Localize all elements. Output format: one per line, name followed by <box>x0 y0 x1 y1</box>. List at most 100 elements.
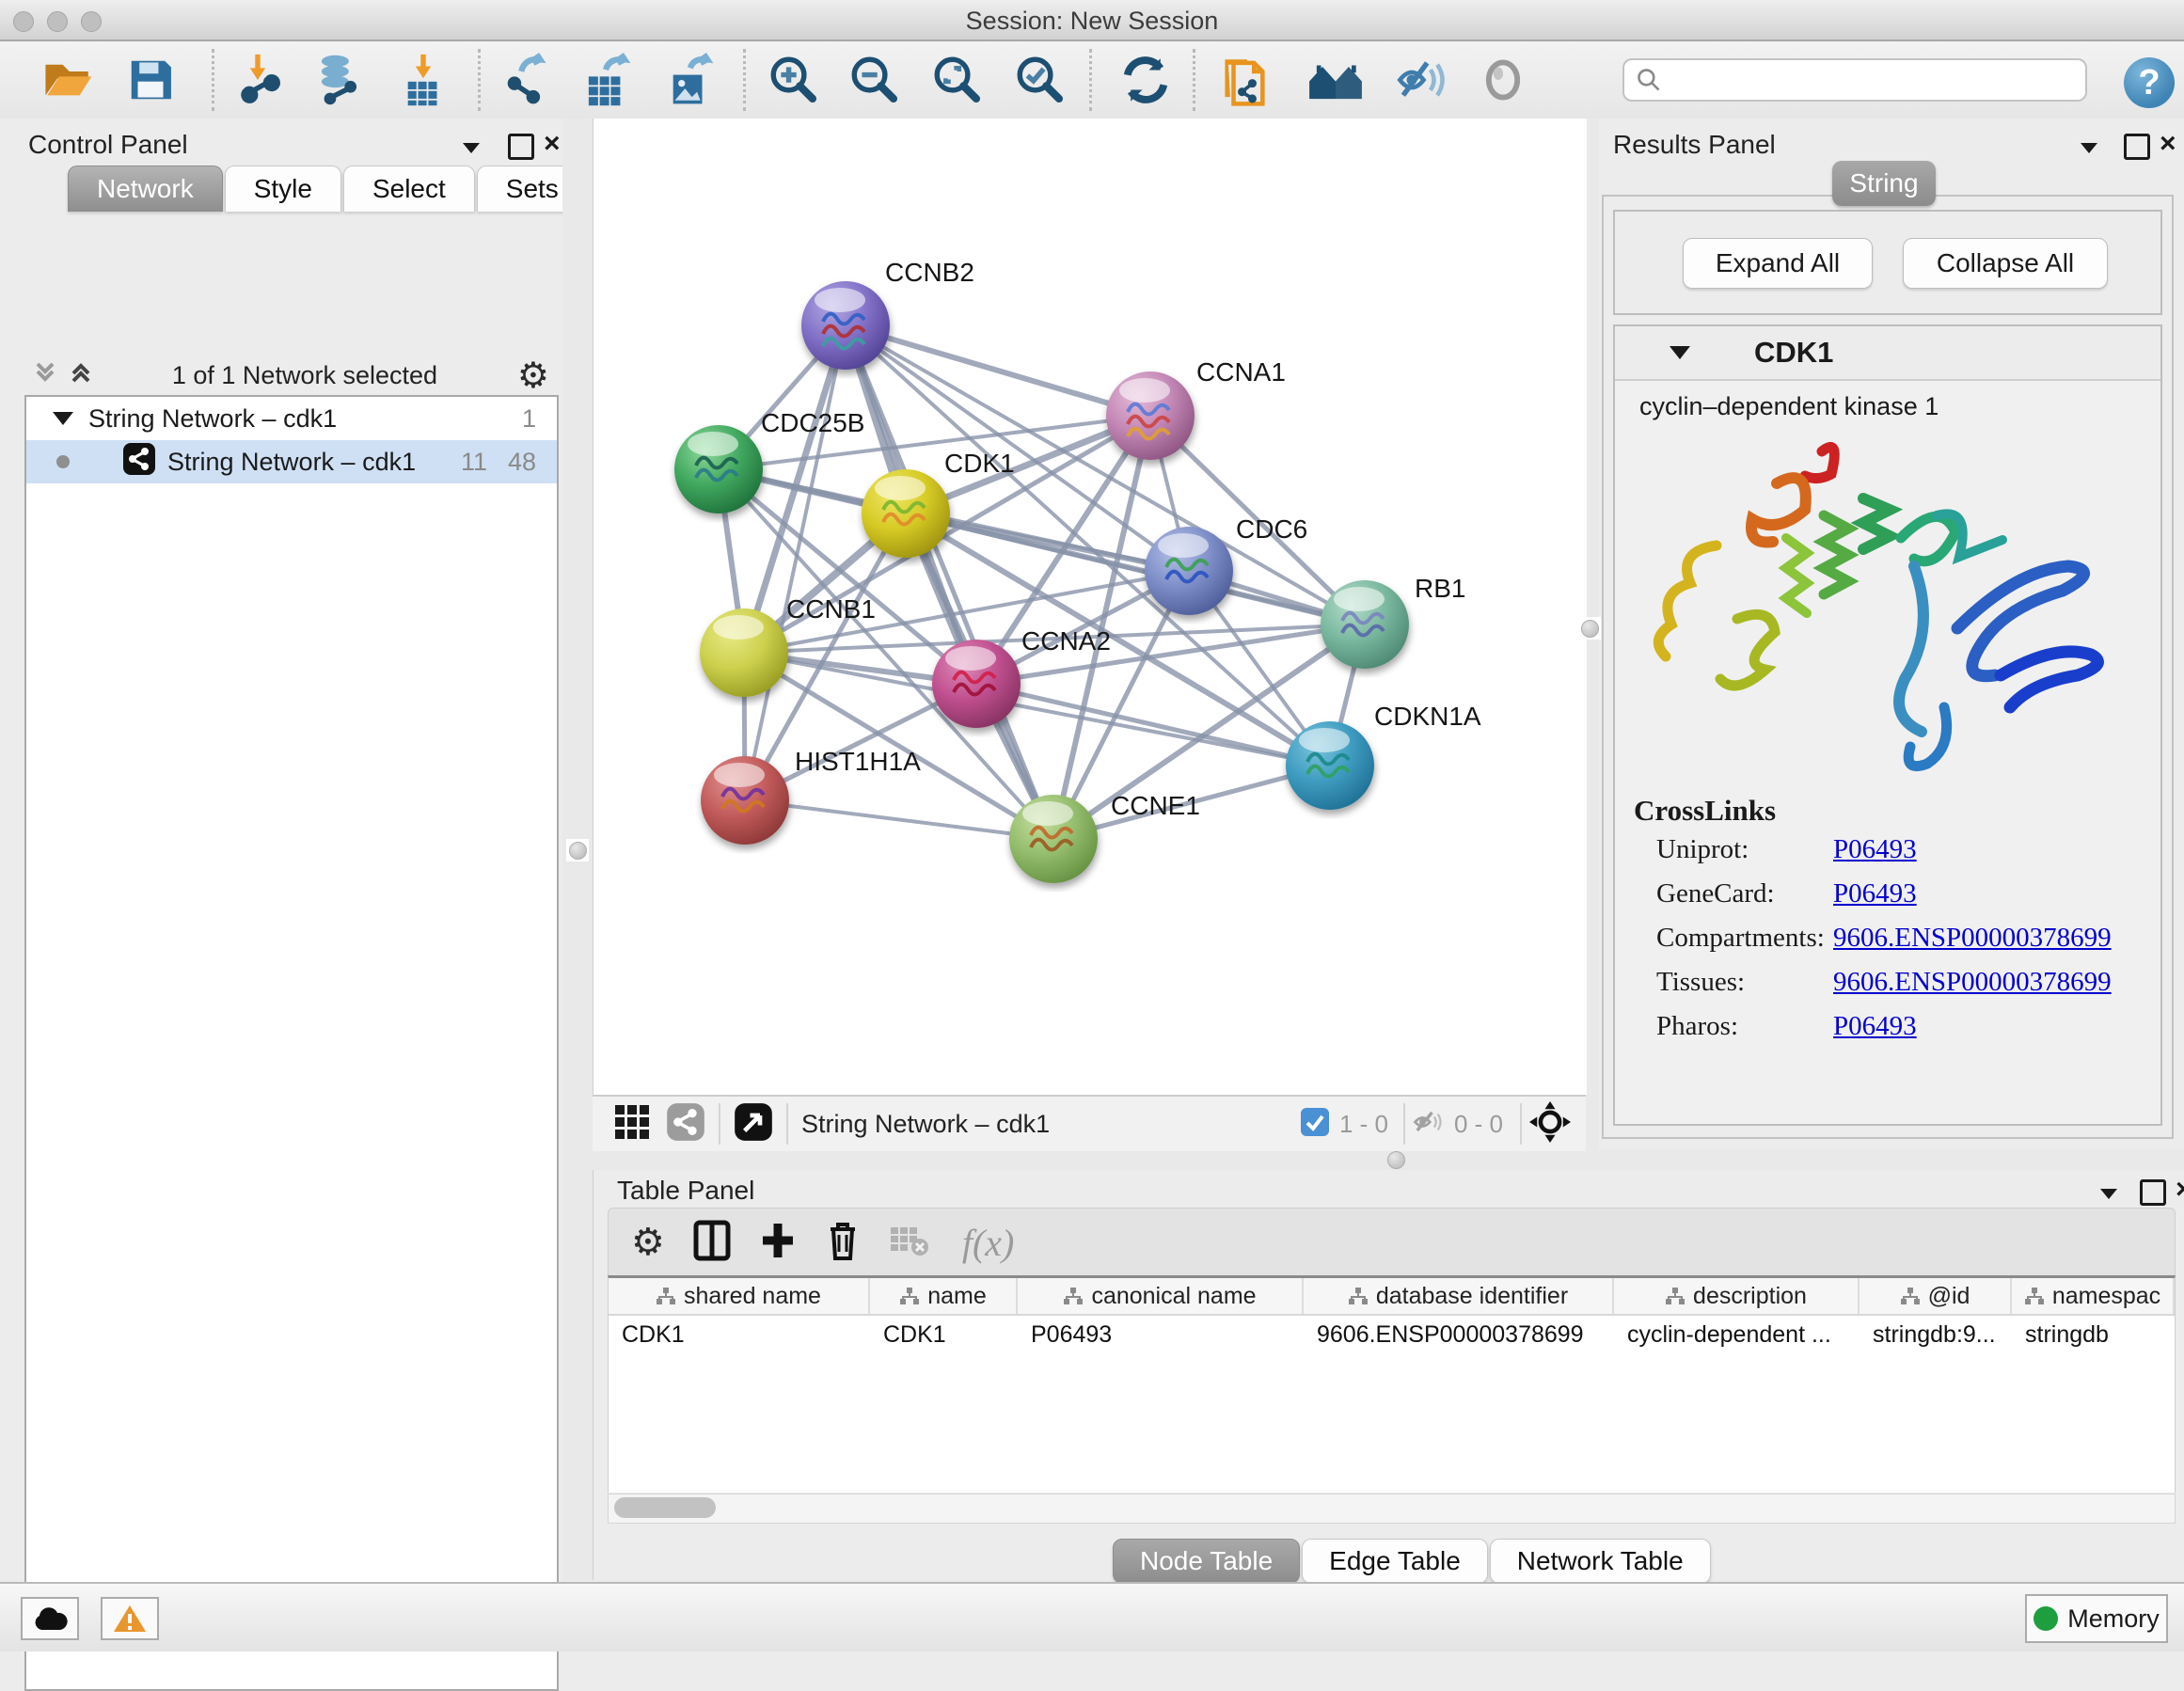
column-header--id[interactable]: @id <box>1860 1278 2012 1314</box>
string-home-icon[interactable] <box>1306 50 1366 110</box>
network-options-gear-icon[interactable]: ⚙ <box>517 355 549 397</box>
close-panel-icon[interactable]: × <box>2160 128 2176 160</box>
node-hist1h1a[interactable]: HIST1H1A <box>701 747 921 845</box>
import-network-icon[interactable] <box>228 50 288 110</box>
float-panel-icon[interactable] <box>2081 134 2097 160</box>
scrollbar-thumb[interactable] <box>614 1497 716 1518</box>
node-cdkn1a[interactable]: CDKN1A <box>1286 702 1481 810</box>
network-view-share-icon[interactable] <box>666 1102 705 1146</box>
column-header-canonical-name[interactable]: canonical name <box>1018 1278 1304 1314</box>
cloud-button[interactable] <box>21 1597 79 1640</box>
table-cell[interactable]: stringdb <box>2012 1316 2175 1353</box>
import-network-from-database-icon[interactable] <box>309 50 369 110</box>
crosslink-link[interactable]: P06493 <box>1833 834 1917 865</box>
zoom-selected-icon[interactable] <box>1010 50 1070 110</box>
status-bar: Memory <box>0 1582 2184 1651</box>
column-header-description[interactable]: description <box>1614 1278 1860 1314</box>
node-table[interactable]: shared namenamecanonical namedatabase id… <box>608 1275 2176 1493</box>
table-settings-gear-icon[interactable]: ⚙ <box>631 1221 665 1264</box>
export-image-icon[interactable] <box>658 50 719 110</box>
float-panel-icon[interactable] <box>2100 1179 2117 1206</box>
collection-expander-icon[interactable] <box>53 412 73 425</box>
clone-network-icon[interactable] <box>1217 50 1277 110</box>
column-header-namespac[interactable]: namespac <box>2012 1278 2175 1314</box>
zoom-in-icon[interactable] <box>764 50 824 110</box>
maximize-panel-icon[interactable] <box>2124 134 2150 160</box>
tab-style[interactable]: Style <box>225 166 341 212</box>
table-cell[interactable]: cyclin-dependent ... <box>1614 1316 1860 1353</box>
right-splitter-handle[interactable] <box>1578 617 1601 640</box>
string-network-graph[interactable]: CCNB2CCNA1CDC25BCDK1CDC6RB1CCNB1CCNA2HIS… <box>593 119 1587 1095</box>
node-ccna1[interactable]: CCNA1 <box>1106 357 1286 460</box>
maximize-panel-icon[interactable] <box>508 134 534 160</box>
show-columns-icon[interactable] <box>693 1220 731 1266</box>
show-hide-glasses-icon[interactable] <box>1390 50 1450 110</box>
table-tabs: Node TableEdge TableNetwork Table <box>1113 1539 1713 1584</box>
column-header-name[interactable]: name <box>870 1278 1018 1314</box>
column-header-database-identifier[interactable]: database identifier <box>1304 1278 1614 1314</box>
close-panel-icon[interactable]: × <box>2176 1174 2184 1206</box>
table-row[interactable]: CDK1CDK1P064939606.ENSP00000378699cyclin… <box>609 1316 2175 1353</box>
function-builder-icon[interactable]: f(x) <box>962 1221 1015 1265</box>
node-cdk1[interactable]: CDK1 <box>862 449 1015 558</box>
column-header-shared-name[interactable]: shared name <box>609 1278 870 1314</box>
float-panel-icon[interactable] <box>463 134 480 160</box>
zoom-out-icon[interactable] <box>845 50 905 110</box>
refresh-network-icon[interactable] <box>1116 50 1176 110</box>
save-session-icon[interactable] <box>120 50 181 110</box>
expand-all-button[interactable]: Expand All <box>1683 238 1873 289</box>
section-expander-icon[interactable] <box>1670 346 1690 359</box>
open-session-icon[interactable] <box>38 50 98 110</box>
node-ccnb2[interactable]: CCNB2 <box>801 258 974 370</box>
crosslink-link[interactable]: 9606.ENSP00000378699 <box>1833 923 2112 954</box>
network-canvas[interactable]: CCNB2CCNA1CDC25BCDK1CDC6RB1CCNB1CCNA2HIS… <box>593 119 1587 1095</box>
collapse-all-button[interactable]: Collapse All <box>1903 238 2108 289</box>
cdk1-section-header[interactable]: CDK1 <box>1615 326 2160 381</box>
delete-column-icon[interactable] <box>825 1220 861 1266</box>
memory-button[interactable]: Memory <box>2025 1594 2168 1643</box>
node-rb1[interactable]: RB1 <box>1321 574 1465 669</box>
eye-icon[interactable] <box>1473 50 1533 110</box>
import-table-icon[interactable] <box>393 50 453 110</box>
tab-network[interactable]: Network <box>68 166 223 212</box>
zoom-fit-icon[interactable] <box>927 50 988 110</box>
grid-view-icon[interactable] <box>613 1103 651 1146</box>
maximize-panel-icon[interactable] <box>2140 1179 2166 1206</box>
export-network-icon[interactable] <box>493 50 553 110</box>
table-horizontal-scrollbar[interactable] <box>608 1493 2176 1524</box>
tab-network-table[interactable]: Network Table <box>1490 1539 1711 1584</box>
help-button[interactable]: ? <box>2124 57 2175 108</box>
left-splitter[interactable] <box>562 119 593 1580</box>
delete-table-icon[interactable] <box>889 1224 930 1262</box>
crosslink-label: Pharos: <box>1656 1011 1833 1042</box>
crosslinks-list: Uniprot:P06493GeneCard:P06493Compartment… <box>1615 828 2160 1049</box>
table-cell[interactable]: 9606.ENSP00000378699 <box>1304 1316 1614 1353</box>
horizontal-splitter[interactable] <box>593 1149 2184 1170</box>
edge-CCNE1-HIST1H1A[interactable] <box>745 800 1053 839</box>
edge-CCNA2-CDKN1A[interactable] <box>976 684 1330 766</box>
expand-all-icon[interactable] <box>70 360 92 391</box>
tab-select[interactable]: Select <box>343 166 475 212</box>
tab-edge-table[interactable]: Edge Table <box>1302 1539 1488 1584</box>
search-field[interactable] <box>1622 58 2087 102</box>
network-collection-row[interactable]: String Network – cdk1 1 <box>26 397 557 440</box>
edge-CCNB2-CCNA1[interactable] <box>846 325 1150 416</box>
table-cell[interactable]: P06493 <box>1018 1316 1304 1353</box>
search-input[interactable] <box>1671 66 2074 95</box>
add-column-icon[interactable] <box>759 1220 797 1266</box>
detach-view-icon[interactable] <box>734 1102 773 1146</box>
collapse-all-icon[interactable] <box>34 360 56 391</box>
table-cell[interactable]: CDK1 <box>609 1316 870 1353</box>
close-panel-icon[interactable]: × <box>544 128 561 160</box>
table-cell[interactable]: stringdb:9... <box>1860 1316 2012 1353</box>
table-cell[interactable]: CDK1 <box>870 1316 1018 1353</box>
results-tab-string[interactable]: String <box>1832 161 1936 206</box>
birdseye-navigator-icon[interactable] <box>1529 1101 1571 1147</box>
export-table-icon[interactable] <box>576 50 636 110</box>
crosslink-link[interactable]: P06493 <box>1833 1011 1917 1042</box>
crosslink-link[interactable]: 9606.ENSP00000378699 <box>1833 967 2112 998</box>
crosslink-link[interactable]: P06493 <box>1833 878 1917 909</box>
network-row[interactable]: String Network – cdk1 11 48 <box>26 440 557 483</box>
warnings-button[interactable] <box>101 1597 159 1640</box>
tab-node-table[interactable]: Node Table <box>1113 1539 1300 1584</box>
